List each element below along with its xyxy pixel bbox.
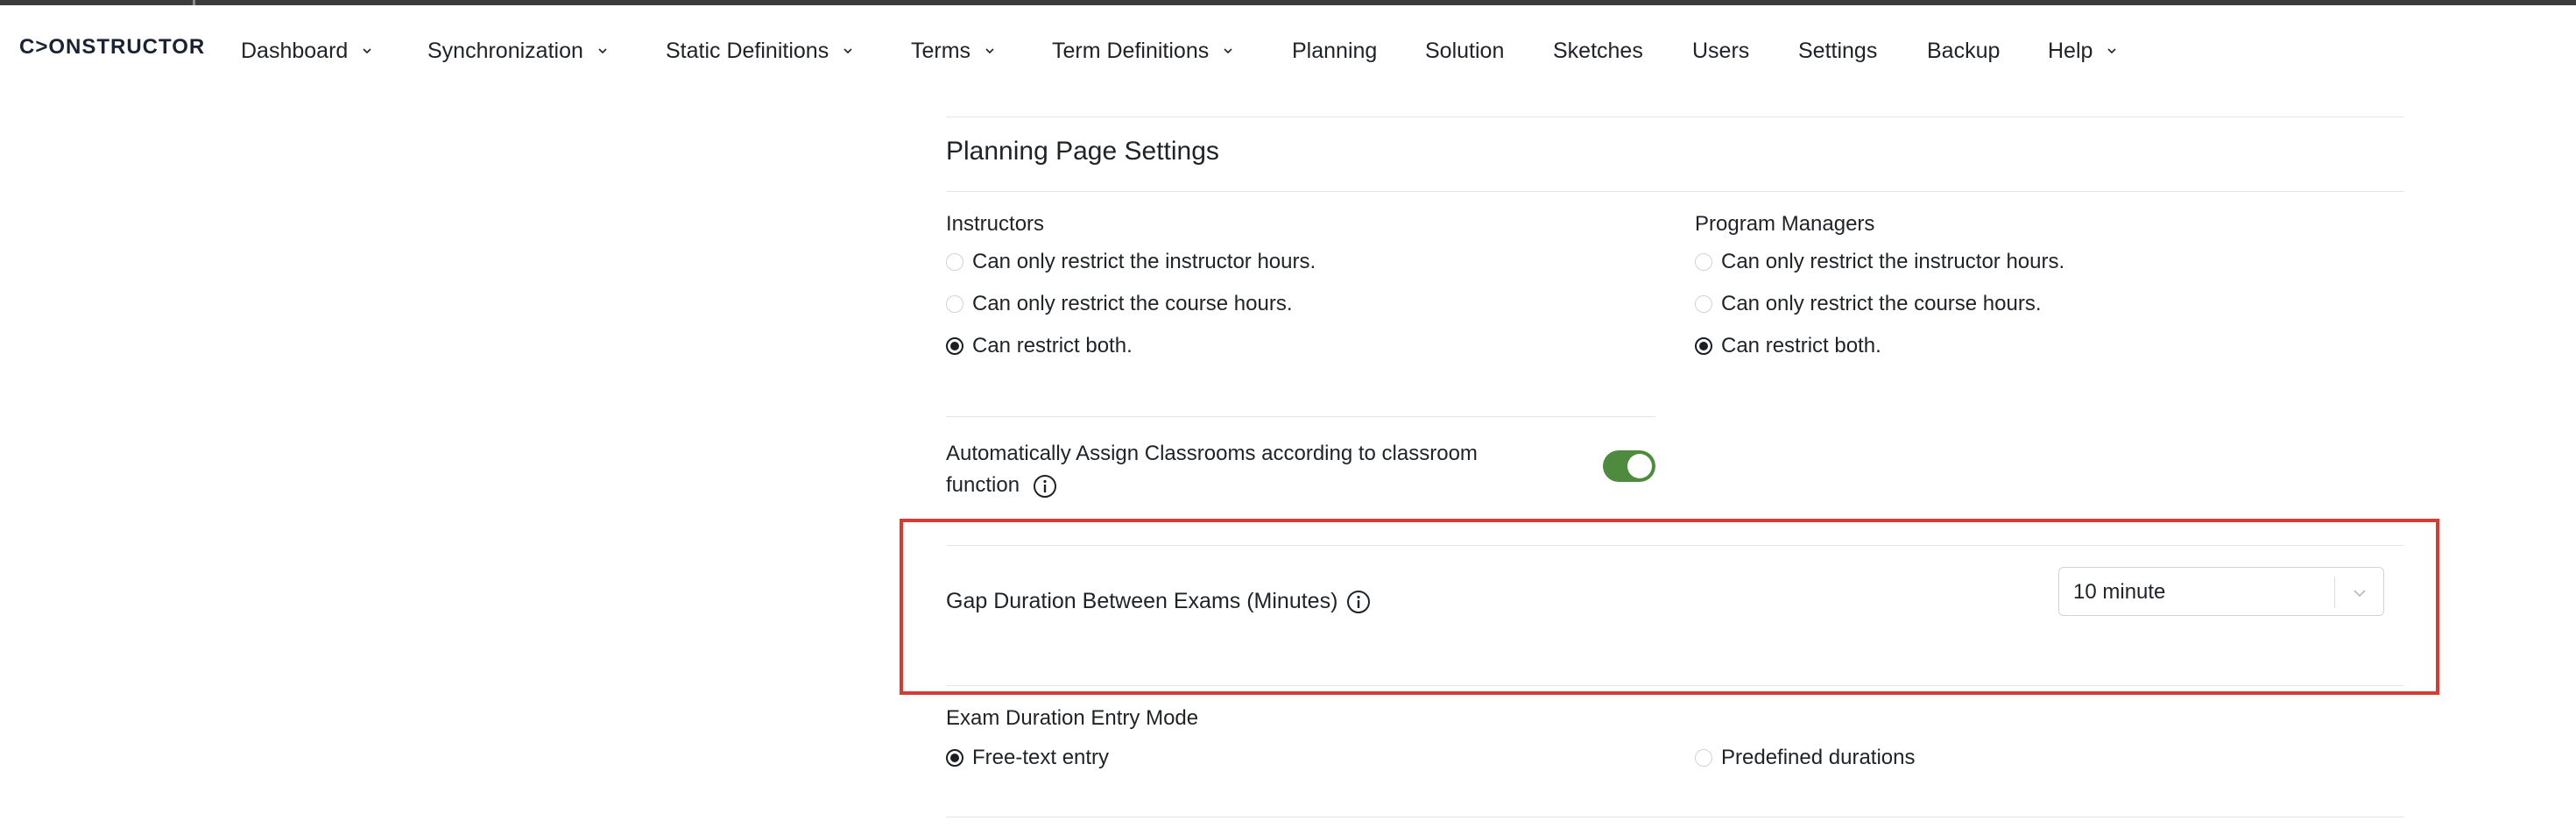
- info-icon[interactable]: [1346, 590, 1371, 614]
- exam-entry-option-predefined[interactable]: Predefined durations: [1695, 746, 1915, 770]
- nav-item-settings[interactable]: Settings: [1798, 33, 1877, 68]
- nav-item-label: Dashboard: [241, 38, 349, 63]
- nav-item-planning[interactable]: Planning: [1292, 33, 1377, 68]
- program-managers-label: Program Managers: [1695, 212, 1875, 236]
- radio-button[interactable]: [946, 295, 963, 313]
- nav-item-backup[interactable]: Backup: [1927, 33, 2000, 68]
- nav-item-label: Terms: [911, 38, 971, 63]
- nav-item-users[interactable]: Users: [1692, 33, 1749, 68]
- chevron-down-icon: [1224, 48, 1232, 54]
- instructors-option-instructor-hours[interactable]: Can only restrict the instructor hours.: [946, 250, 1316, 274]
- radio-button-checked[interactable]: [1695, 337, 1712, 355]
- radio-label: Predefined durations: [1721, 746, 1916, 769]
- nav-item-help[interactable]: Help: [2048, 33, 2119, 68]
- section-divider: [946, 191, 2404, 192]
- nav-item-label: Users: [1692, 38, 1750, 63]
- auto-assign-toggle[interactable]: [1603, 450, 1655, 482]
- nav-item-dashboard[interactable]: Dashboard: [241, 33, 374, 68]
- program-managers-option-instructor-hours[interactable]: Can only restrict the instructor hours.: [1695, 250, 2064, 274]
- auto-assign-label-line1: Automatically Assign Classrooms accordin…: [946, 442, 1478, 465]
- nav-item-term-definitions[interactable]: Term Definitions: [1052, 33, 1235, 68]
- auto-assign-label: Automatically Assign Classrooms accordin…: [946, 438, 1559, 501]
- chevron-down-icon[interactable]: [2350, 584, 2369, 603]
- chevron-down-icon: [843, 48, 852, 54]
- instructors-option-course-hours[interactable]: Can only restrict the course hours.: [946, 292, 1293, 316]
- nav-item-synchronization[interactable]: Synchronization: [427, 33, 610, 68]
- program-managers-option-both[interactable]: Can restrict both.: [1695, 334, 1881, 358]
- select-separator: [2334, 577, 2335, 608]
- main-navbar: C>ONSTRUCTOR Dashboard Synchronization S…: [0, 5, 2576, 89]
- gap-duration-select[interactable]: 10 minute: [2058, 567, 2384, 616]
- nav-item-static-definitions[interactable]: Static Definitions: [666, 33, 855, 68]
- auto-assign-label-line2: function: [946, 473, 1020, 497]
- exam-entry-mode-label: Exam Duration Entry Mode: [946, 706, 1199, 730]
- program-managers-option-course-hours[interactable]: Can only restrict the course hours.: [1695, 292, 2042, 316]
- nav-item-solution[interactable]: Solution: [1425, 33, 1504, 68]
- nav-item-label: Backup: [1927, 38, 2001, 63]
- nav-item-label: Term Definitions: [1052, 38, 1210, 63]
- radio-button-checked[interactable]: [946, 337, 963, 355]
- section-divider: [946, 416, 1655, 417]
- nav-item-label: Synchronization: [427, 38, 583, 63]
- nav-item-sketches[interactable]: Sketches: [1553, 33, 1643, 68]
- gap-duration-text: Gap Duration Between Exams (Minutes): [946, 589, 1338, 613]
- radio-button[interactable]: [1695, 749, 1712, 767]
- nav-item-terms[interactable]: Terms: [911, 33, 997, 68]
- chevron-down-icon: [598, 48, 607, 54]
- radio-label: Can only restrict the instructor hours.: [1721, 250, 2065, 273]
- instructors-label: Instructors: [946, 212, 1045, 236]
- nav-item-label: Sketches: [1553, 38, 1643, 63]
- toggle-knob: [1627, 454, 1652, 478]
- radio-button[interactable]: [1695, 253, 1712, 271]
- nav-item-label: Settings: [1798, 38, 1878, 63]
- info-icon[interactable]: [1033, 474, 1057, 499]
- radio-label: Can only restrict the course hours.: [1721, 292, 2042, 315]
- nav-item-label: Help: [2048, 38, 2093, 63]
- exam-entry-option-free-text[interactable]: Free-text entry: [946, 746, 1109, 770]
- radio-label: Can restrict both.: [972, 334, 1133, 357]
- instructors-option-both[interactable]: Can restrict both.: [946, 334, 1133, 358]
- section-divider: [946, 545, 2404, 546]
- brand-logo[interactable]: C>ONSTRUCTOR: [19, 35, 205, 60]
- nav-item-label: Solution: [1425, 38, 1505, 63]
- nav-item-label: Static Definitions: [666, 38, 829, 63]
- radio-label: Free-text entry: [972, 746, 1110, 769]
- section-divider: [946, 685, 2404, 686]
- chevron-down-icon: [985, 48, 994, 54]
- radio-label: Can only restrict the course hours.: [972, 292, 1293, 315]
- radio-label: Can only restrict the instructor hours.: [972, 250, 1316, 273]
- radio-button[interactable]: [1695, 295, 1712, 313]
- chevron-down-icon: [363, 48, 371, 54]
- radio-label: Can restrict both.: [1721, 334, 1881, 357]
- nav-item-label: Planning: [1292, 38, 1378, 63]
- radio-button-checked[interactable]: [946, 749, 963, 767]
- select-value: 10 minute: [2073, 580, 2166, 604]
- page-title: Planning Page Settings: [946, 137, 1219, 166]
- chevron-down-icon: [2107, 48, 2116, 54]
- gap-duration-label: Gap Duration Between Exams (Minutes): [946, 589, 1371, 614]
- radio-button[interactable]: [946, 253, 963, 271]
